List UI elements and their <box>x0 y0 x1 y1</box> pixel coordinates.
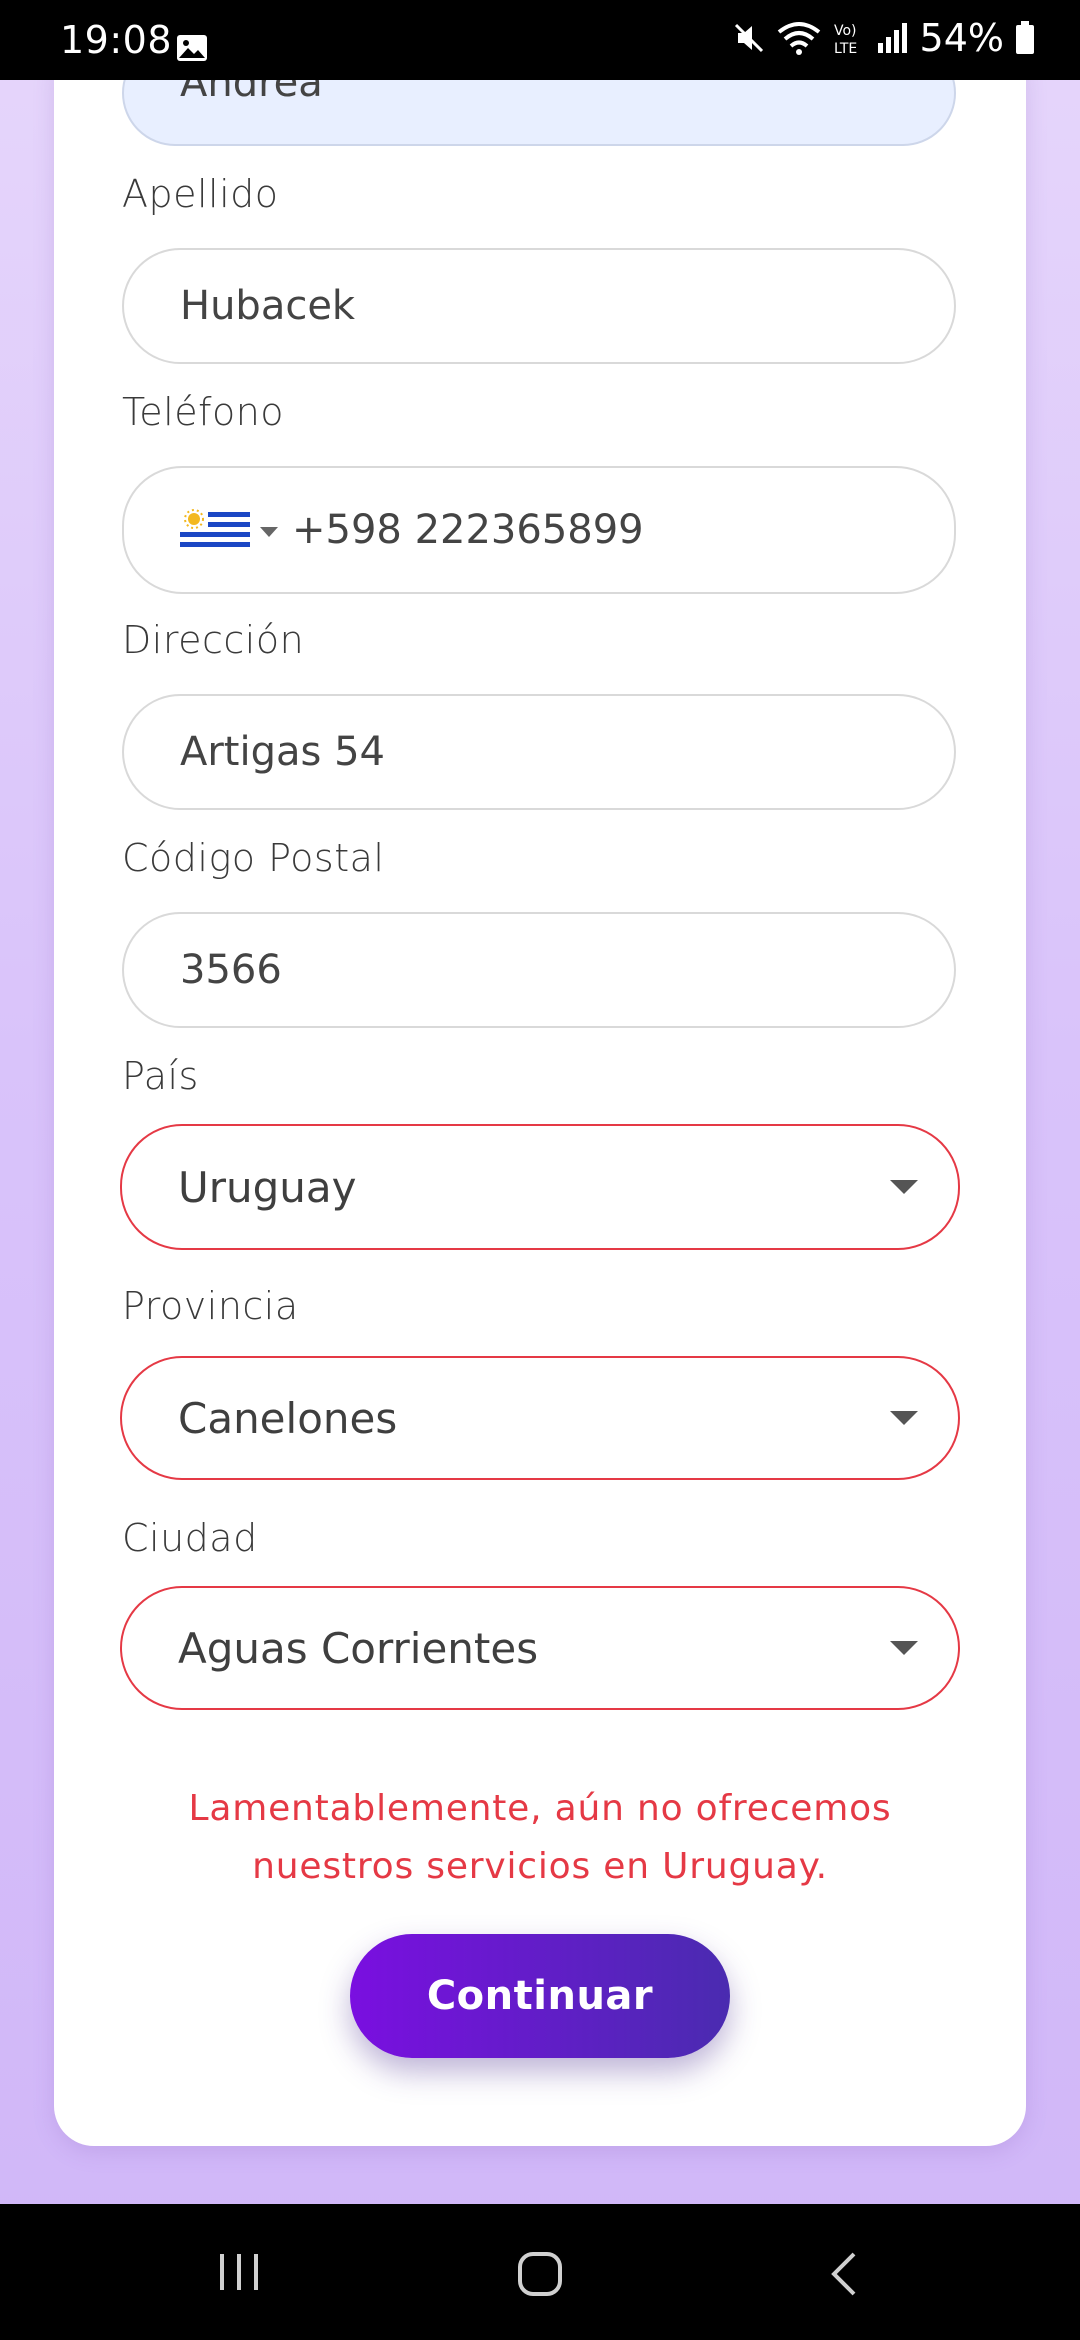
status-icons: Vo) LTE 54% <box>732 16 1036 60</box>
city-value: Aguas Corrientes <box>178 1623 539 1673</box>
status-bar: 19:08 Vo) LTE 54% <box>0 0 1080 80</box>
svg-text:LTE: LTE <box>834 41 857 56</box>
postal-code-field[interactable]: 3566 <box>122 912 956 1028</box>
chevron-down-icon <box>890 1180 918 1194</box>
city-label: Ciudad <box>122 1516 258 1560</box>
phone-label: Teléfono <box>122 390 285 434</box>
province-select[interactable]: Canelones <box>120 1356 960 1480</box>
battery-icon <box>1016 21 1034 54</box>
address-field[interactable]: Artigas 54 <box>122 694 956 810</box>
province-label: Provincia <box>122 1284 299 1328</box>
mute-icon <box>734 23 763 53</box>
signal-icon <box>877 23 907 53</box>
country-value: Uruguay <box>178 1162 357 1212</box>
last-name-field[interactable]: Hubacek <box>122 248 956 364</box>
chevron-down-icon <box>890 1411 918 1425</box>
province-value: Canelones <box>178 1393 398 1443</box>
postal-code-value: 3566 <box>180 947 282 993</box>
last-name-value: Hubacek <box>180 283 356 329</box>
navigation-bar <box>0 2204 1080 2340</box>
address-value: Artigas 54 <box>180 729 385 775</box>
svg-text:Vo): Vo) <box>834 23 857 39</box>
postal-code-label: Código Postal <box>122 836 385 880</box>
last-name-label: Apellido <box>122 172 279 216</box>
address-label: Dirección <box>122 618 305 662</box>
city-select[interactable]: Aguas Corrientes <box>120 1586 960 1710</box>
country-select[interactable]: Uruguay <box>120 1124 960 1250</box>
phone-value: +598 222365899 <box>292 507 644 553</box>
gallery-icon <box>177 35 207 61</box>
chevron-down-icon <box>890 1641 918 1655</box>
home-icon[interactable] <box>516 2250 564 2298</box>
recents-icon[interactable] <box>216 2250 262 2294</box>
uruguay-flag-icon[interactable] <box>180 507 250 553</box>
continue-button[interactable]: Continuar <box>350 1934 730 2058</box>
status-time: 19:08 <box>60 18 173 62</box>
phone-field[interactable]: +598 222365899 <box>122 466 956 594</box>
error-message: Lamentablemente, aún no ofrecemos nuestr… <box>188 1788 892 1887</box>
chevron-down-icon[interactable] <box>260 527 278 537</box>
volte-icon: Vo) LTE <box>834 23 857 56</box>
battery-percent: 54% <box>919 16 1004 60</box>
wifi-icon <box>777 22 820 55</box>
back-icon[interactable] <box>826 2250 862 2298</box>
country-label: País <box>122 1054 199 1098</box>
